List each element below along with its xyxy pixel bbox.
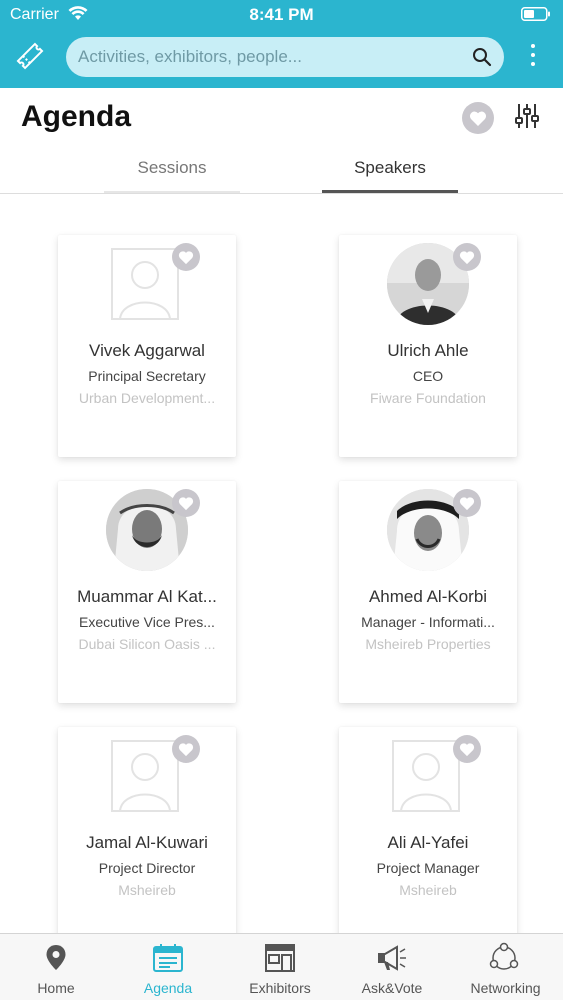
more-options-icon[interactable] [526, 44, 540, 70]
ticket-icon[interactable] [14, 40, 46, 72]
speaker-company: Dubai Silicon Oasis ... [78, 636, 216, 652]
speaker-name: Ali Al-Yafei [387, 833, 469, 852]
tab-sessions-underline [104, 191, 240, 193]
nav-networking[interactable]: Networking [448, 934, 563, 1000]
nav-networking-label: Networking [470, 980, 541, 996]
heart-icon [178, 251, 194, 265]
speaker-title: CEO [412, 368, 444, 384]
map-pin-icon [46, 945, 66, 970]
speaker-company: Msheireb [118, 882, 176, 898]
speaker-title: Project Director [98, 860, 196, 876]
heart-icon [178, 743, 194, 757]
network-icon [489, 942, 519, 970]
calendar-icon [153, 944, 183, 972]
favorite-speaker-button[interactable] [453, 489, 481, 517]
speaker-card[interactable]: Muammar Al Kat... Executive Vice Pres...… [58, 481, 236, 703]
tab-speakers-active-indicator [322, 190, 458, 193]
speaker-card[interactable]: Ahmed Al-Korbi Manager - Informati... Ms… [339, 481, 517, 703]
tab-speakers[interactable]: Speakers [322, 150, 458, 193]
filter-sliders-icon[interactable] [514, 102, 540, 130]
storefront-icon [265, 944, 295, 972]
favorites-filter-button[interactable] [462, 102, 494, 134]
favorite-speaker-button[interactable] [453, 735, 481, 763]
top-app-bar: Carrier 8:41 PM [0, 0, 563, 88]
speaker-title: Project Manager [376, 860, 480, 876]
speaker-title: Executive Vice Pres... [79, 614, 215, 630]
speaker-card[interactable]: Ali Al-Yafei Project Manager Msheireb [339, 727, 517, 933]
speaker-card[interactable]: Jamal Al-Kuwari Project Director Msheire… [58, 727, 236, 933]
speakers-grid: Vivek Aggarwal Principal Secretary Urban… [0, 195, 563, 933]
agenda-tabs: Sessions Speakers [0, 150, 563, 194]
speaker-company: Msheireb Properties [365, 636, 491, 652]
speaker-company: Fiware Foundation [370, 390, 486, 406]
battery-icon [521, 7, 550, 21]
nav-agenda-label: Agenda [143, 980, 193, 996]
speaker-company: Msheireb [399, 882, 457, 898]
speaker-title: Manager - Informati... [361, 614, 495, 630]
bottom-navigation: Home Agenda Exhibitors Ask&Vote Networki… [0, 933, 563, 1000]
favorite-speaker-button[interactable] [172, 243, 200, 271]
favorite-speaker-button[interactable] [172, 489, 200, 517]
megaphone-icon [378, 945, 406, 971]
speaker-name: Muammar Al Kat... [77, 587, 217, 606]
page-title: Agenda [21, 100, 132, 133]
speaker-company: Urban Development... [78, 390, 216, 406]
speaker-name: Jamal Al-Kuwari [86, 833, 208, 852]
heart-icon [459, 497, 475, 511]
nav-exhibitors-label: Exhibitors [249, 980, 311, 996]
speaker-name: Ulrich Ahle [387, 341, 469, 360]
tab-sessions-label: Sessions [137, 158, 207, 177]
nav-agenda[interactable]: Agenda [112, 934, 224, 1000]
speaker-card[interactable]: Ulrich Ahle CEO Fiware Foundation [339, 235, 517, 457]
tab-speakers-label: Speakers [354, 158, 426, 177]
speaker-name: Vivek Aggarwal [89, 341, 205, 360]
nav-home-label: Home [37, 980, 75, 996]
nav-exhibitors[interactable]: Exhibitors [224, 934, 336, 1000]
speaker-title: Principal Secretary [88, 368, 206, 384]
heart-icon [469, 111, 487, 126]
heart-icon [178, 497, 194, 511]
speaker-name: Ahmed Al-Korbi [368, 587, 488, 606]
search-icon[interactable] [472, 47, 492, 67]
search-bar[interactable] [66, 37, 504, 77]
favorite-speaker-button[interactable] [453, 243, 481, 271]
speaker-card[interactable]: Vivek Aggarwal Principal Secretary Urban… [58, 235, 236, 457]
search-input[interactable] [78, 37, 458, 77]
status-time: 8:41 PM [249, 5, 314, 24]
heart-icon [459, 743, 475, 757]
nav-ask-vote-label: Ask&Vote [361, 980, 423, 996]
favorite-speaker-button[interactable] [172, 735, 200, 763]
tab-sessions[interactable]: Sessions [104, 150, 240, 193]
heart-icon [459, 251, 475, 265]
nav-home[interactable]: Home [0, 934, 112, 1000]
status-bar: Carrier 8:41 PM [0, 0, 563, 30]
nav-ask-vote[interactable]: Ask&Vote [336, 934, 448, 1000]
